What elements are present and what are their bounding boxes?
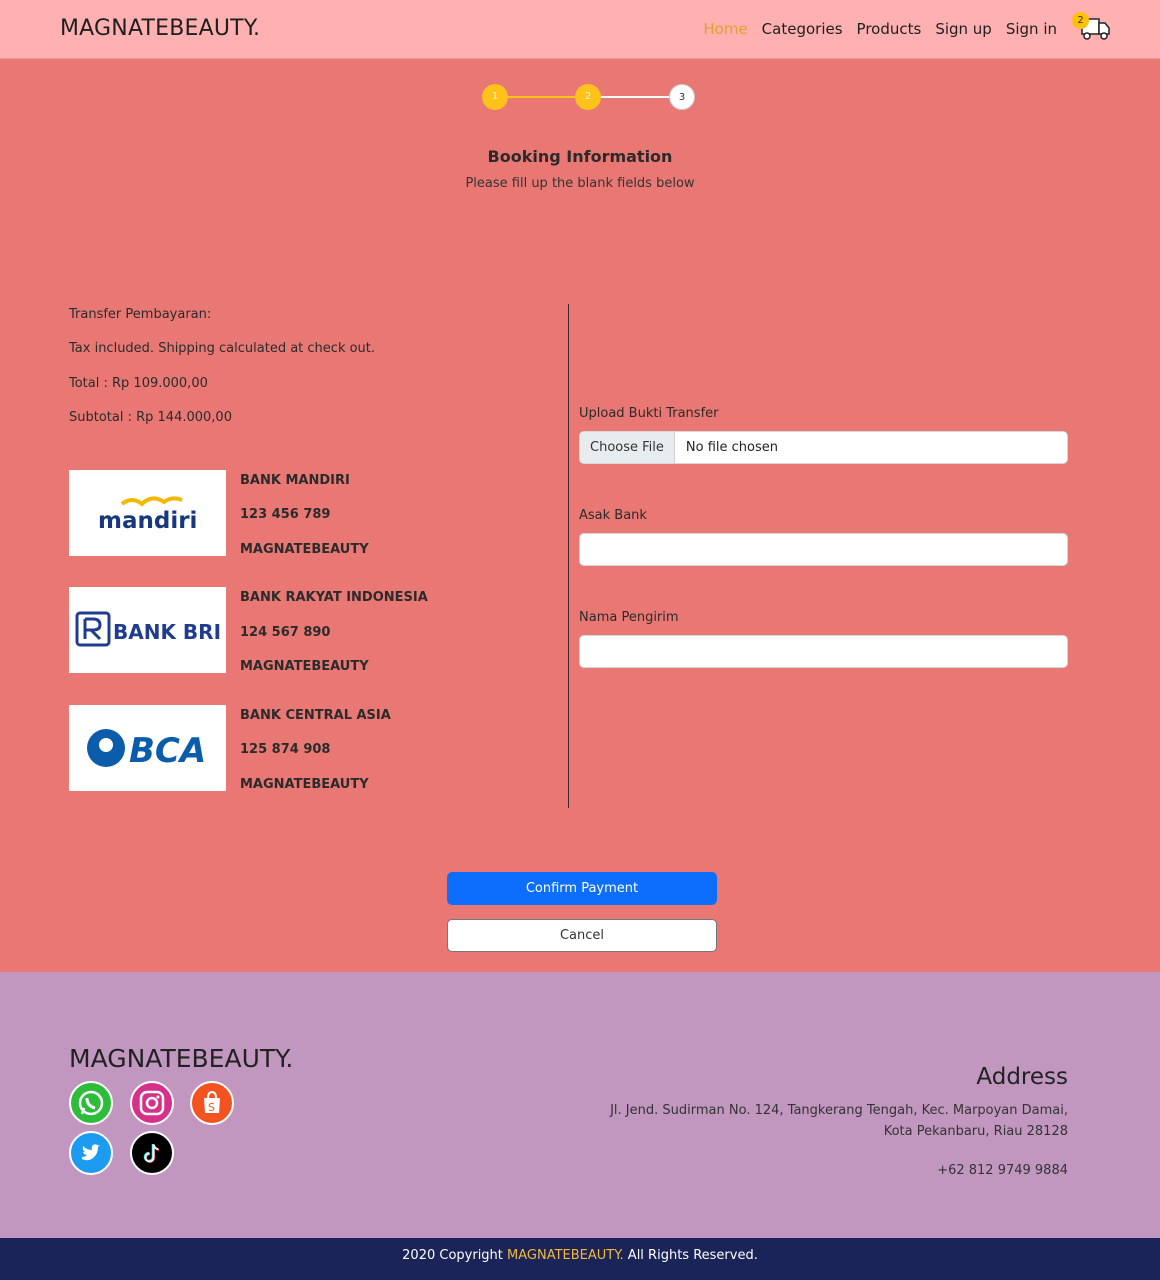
upload-file-input[interactable]: Choose File No file chosen bbox=[579, 431, 1068, 464]
copyright-prefix: 2020 Copyright bbox=[402, 1248, 508, 1263]
shopee-icon[interactable]: S bbox=[190, 1081, 234, 1125]
mandiri-logo-image: mandiri bbox=[98, 496, 197, 534]
footer: MAGNATEBEAUTY. S Address Jl. Jend. Sudir… bbox=[0, 972, 1160, 1238]
file-status-text: No file chosen bbox=[685, 440, 778, 455]
bri-logo-image: BANK BRI bbox=[75, 611, 221, 647]
total-amount: Total : Rp 109.000,00 bbox=[69, 376, 208, 391]
nav-link-sign-up[interactable]: Sign up bbox=[935, 20, 992, 38]
bank-account-holder: MAGNATEBEAUTY bbox=[240, 542, 369, 557]
page-subtitle: Please fill up the blank fields below bbox=[465, 176, 695, 191]
brand-logo[interactable]: MAGNATEBEAUTY. bbox=[60, 16, 260, 41]
whatsapp-icon[interactable] bbox=[69, 1081, 113, 1125]
bank-input[interactable] bbox=[579, 533, 1068, 566]
svg-text:S: S bbox=[208, 1101, 215, 1114]
svg-text:mandiri: mandiri bbox=[98, 508, 197, 534]
twitter-icon[interactable] bbox=[69, 1131, 113, 1175]
step-2: 2 bbox=[575, 84, 601, 110]
column-divider bbox=[568, 304, 569, 808]
bank-name: BANK RAKYAT INDONESIA bbox=[240, 590, 428, 605]
copyright-brand: MAGNATEBEAUTY. bbox=[507, 1248, 624, 1263]
confirm-payment-button[interactable]: Confirm Payment bbox=[447, 872, 717, 905]
progress-stepper: 1 2 3 bbox=[482, 84, 696, 110]
subtotal-amount: Subtotal : Rp 144.000,00 bbox=[69, 410, 232, 425]
bank-account-holder: MAGNATEBEAUTY bbox=[240, 659, 369, 674]
instagram-icon[interactable] bbox=[130, 1081, 174, 1125]
bank-name: BANK MANDIRI bbox=[240, 473, 350, 488]
bank-account-number: 124 567 890 bbox=[240, 625, 331, 640]
navbar: MAGNATEBEAUTY. Home Categories Products … bbox=[0, 0, 1160, 59]
copyright-bar: 2020 Copyright MAGNATEBEAUTY. All Rights… bbox=[0, 1238, 1160, 1280]
bca-logo-image: BCA bbox=[86, 729, 206, 770]
bank-account-holder: MAGNATEBEAUTY bbox=[240, 777, 369, 792]
address-title: Address bbox=[976, 1064, 1068, 1090]
transfer-label: Transfer Pembayaran: bbox=[69, 307, 212, 322]
sender-label: Nama Pengirim bbox=[579, 610, 679, 625]
step-3: 3 bbox=[669, 84, 695, 110]
cart-count-badge: 2 bbox=[1072, 12, 1089, 29]
bank-account-number: 125 874 908 bbox=[240, 742, 331, 757]
nav-link-sign-in[interactable]: Sign in bbox=[1006, 20, 1057, 38]
footer-brand: MAGNATEBEAUTY. bbox=[69, 1044, 294, 1073]
bri-logo: BANK BRI bbox=[69, 587, 226, 673]
phone-number: +62 812 9749 9884 bbox=[937, 1163, 1068, 1178]
nav-link-home[interactable]: Home bbox=[703, 20, 747, 38]
nav-link-products[interactable]: Products bbox=[857, 20, 922, 38]
bca-logo: BCA bbox=[69, 705, 226, 791]
step-1: 1 bbox=[482, 84, 508, 110]
bank-account-number: 123 456 789 bbox=[240, 507, 331, 522]
address-text: Jl. Jend. Sudirman No. 124, Tangkerang T… bbox=[610, 1103, 1068, 1139]
tax-note: Tax included. Shipping calculated at che… bbox=[69, 341, 376, 356]
mandiri-logo: mandiri bbox=[69, 470, 226, 556]
svg-text:BCA: BCA bbox=[129, 731, 206, 770]
nav-link-categories[interactable]: Categories bbox=[762, 20, 843, 38]
svg-text:BANK BRI: BANK BRI bbox=[113, 620, 221, 644]
bank-label: Asak Bank bbox=[579, 508, 647, 523]
upload-label: Upload Bukti Transfer bbox=[579, 406, 719, 421]
cart-button[interactable]: 2 bbox=[1072, 12, 1112, 42]
sender-name-input[interactable] bbox=[579, 635, 1068, 668]
tiktok-icon[interactable] bbox=[130, 1131, 174, 1175]
bank-name: BANK CENTRAL ASIA bbox=[240, 708, 391, 723]
cancel-button[interactable]: Cancel bbox=[447, 919, 717, 952]
page-title: Booking Information bbox=[487, 147, 673, 166]
nav-links: Home Categories Products Sign up Sign in bbox=[703, 20, 1057, 38]
copyright-suffix: All Rights Reserved. bbox=[623, 1248, 758, 1263]
choose-file-button[interactable]: Choose File bbox=[580, 432, 675, 463]
